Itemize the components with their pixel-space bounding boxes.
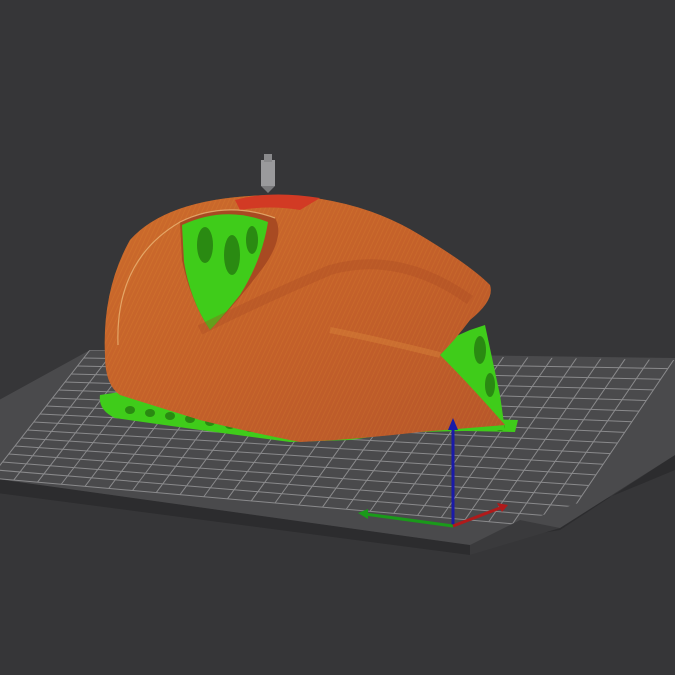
print-preview-scene[interactable] [0, 0, 675, 675]
3d-viewport[interactable] [0, 0, 675, 675]
nozzle-icon [261, 154, 275, 193]
printed-model[interactable] [104, 194, 505, 442]
